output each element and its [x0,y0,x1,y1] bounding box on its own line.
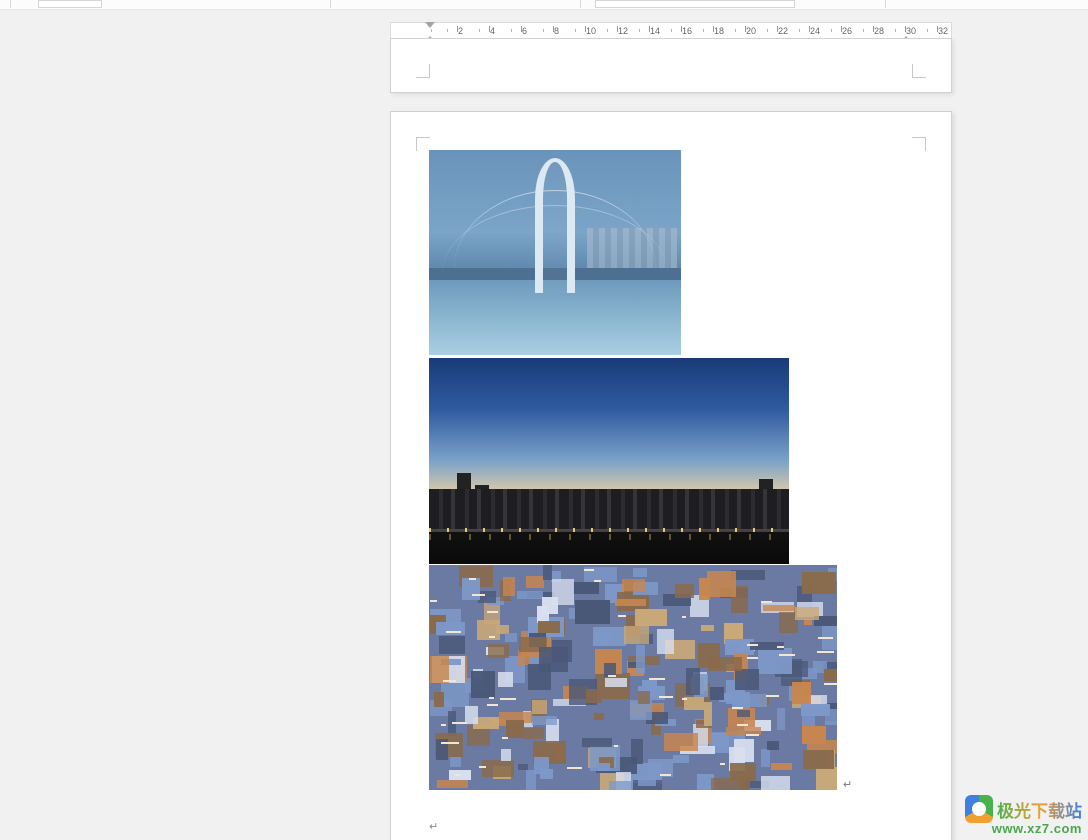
ruler-label: 26 [842,26,852,36]
ruler-label: 4 [490,26,495,36]
ruler-label: 32 [938,26,948,36]
ruler-label: 28 [874,26,884,36]
inserted-image-skyline[interactable] [429,358,789,564]
document-area[interactable]: 2468101214161820222426283032 [0,10,1088,840]
line-break-mark-icon: ↵ [429,820,438,833]
ruler-label: 10 [586,26,596,36]
ruler-label: 14 [650,26,660,36]
ruler-label: 16 [682,26,692,36]
page-content[interactable]: ↵ [429,150,913,790]
document-page[interactable]: ↵ ↵ 2 [390,111,952,840]
ruler-label: 12 [618,26,628,36]
previous-page-edge [390,38,952,93]
ruler-label: 18 [714,26,724,36]
ruler-label: 8 [554,26,559,36]
ruler-label: 20 [746,26,756,36]
first-line-indent-marker[interactable] [425,22,435,28]
inserted-image-bridge[interactable] [429,150,681,355]
toolbar-strip [0,0,1088,10]
paragraph-mark-icon: ↵ [843,778,852,791]
ruler-label: 2 [458,26,463,36]
ruler-label: 24 [810,26,820,36]
ruler-label: 6 [522,26,527,36]
ruler-label: 22 [778,26,788,36]
ruler-label: 30 [906,26,916,36]
inserted-image-bluecity[interactable] [429,565,837,790]
